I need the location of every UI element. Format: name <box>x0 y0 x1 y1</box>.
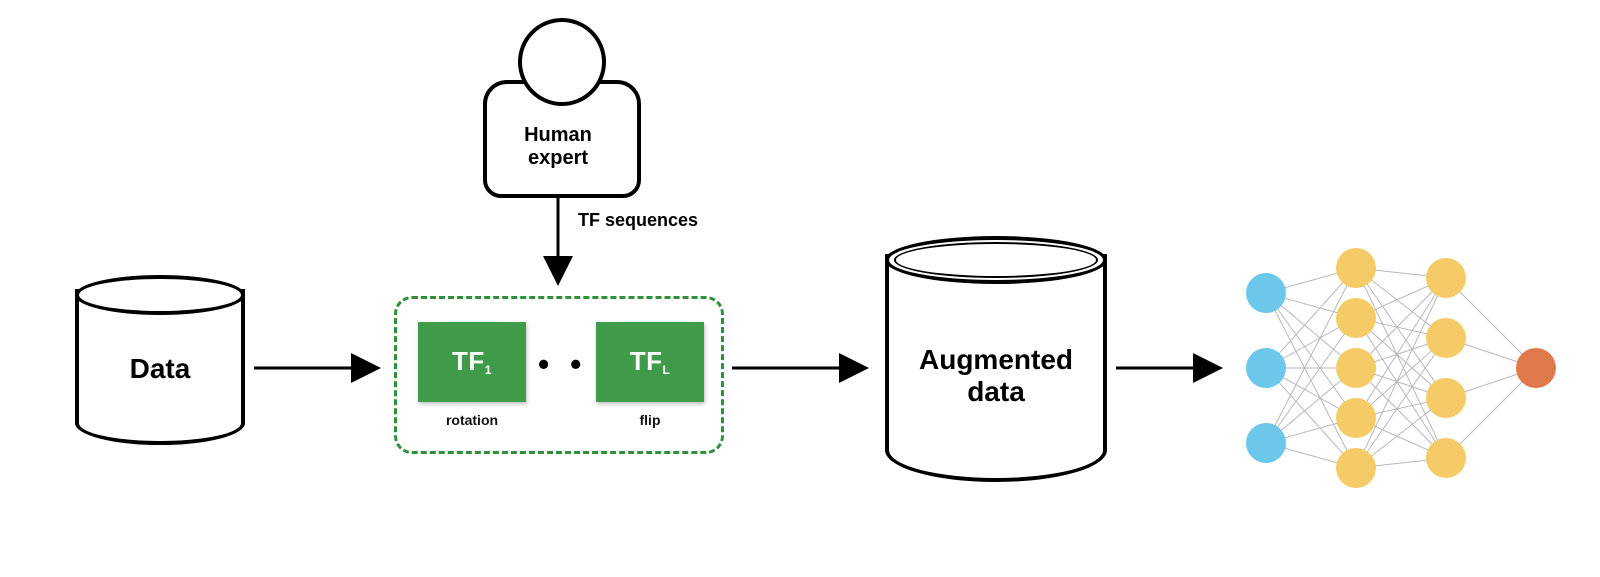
tf-block-1: TF1 <box>418 322 526 402</box>
tf-sequences-label: TF sequences <box>578 210 698 231</box>
data-cylinder-label: Data <box>75 353 245 385</box>
tfL-sub: L <box>662 363 670 377</box>
tf-block-L: TFL <box>596 322 704 402</box>
tfL-caption: flip <box>596 412 704 428</box>
data-cylinder: Data <box>75 275 245 445</box>
neural-network-icon <box>1236 218 1566 518</box>
arrow-pipeline-to-augmented <box>728 348 878 388</box>
tf1-caption: rotation <box>418 412 526 428</box>
arrow-human-to-pipeline <box>538 195 578 295</box>
diagram-canvas: Data Human expert TF sequences <box>0 0 1600 577</box>
human-expert-label-line1: Human <box>524 124 592 146</box>
augmented-label-line1: Augmented <box>919 344 1073 375</box>
arrow-data-to-pipeline <box>250 348 390 388</box>
human-expert-icon: Human expert <box>468 18 648 208</box>
augmented-label-line2: data <box>967 376 1025 407</box>
tf1-prefix: TF <box>452 346 485 376</box>
tfL-prefix: TF <box>630 346 663 376</box>
arrow-augmented-to-nn <box>1112 348 1232 388</box>
human-expert-label-line2: expert <box>528 147 588 169</box>
augmented-data-cylinder: Augmented data <box>885 236 1107 482</box>
tf1-sub: 1 <box>485 363 492 377</box>
